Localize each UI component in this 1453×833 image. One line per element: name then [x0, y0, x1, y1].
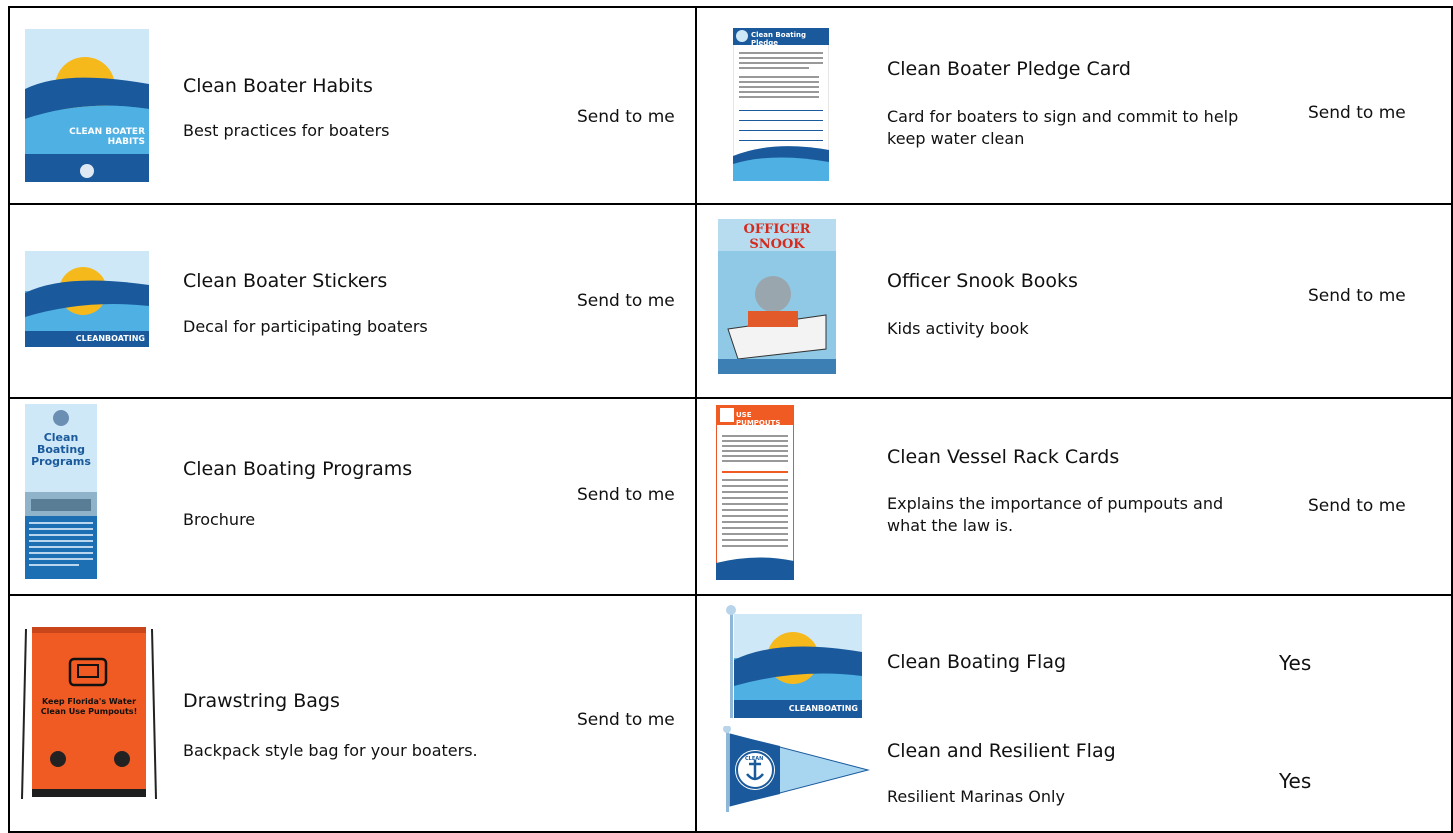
- officer-snook-book-thumbnail: OFFICER SNOOK: [718, 219, 836, 374]
- thumb-label: Clean Boating Pledge: [751, 31, 807, 47]
- item-title: Clean Boater Pledge Card: [887, 58, 1131, 80]
- item-title: Clean Vessel Rack Cards: [887, 446, 1120, 468]
- item-title: Drawstring Bags: [183, 690, 340, 712]
- item-description: Kids activity book: [887, 319, 1029, 338]
- clean-boating-flag-thumbnail: CLEANBOATING: [718, 604, 864, 718]
- item-description: Resilient Marinas Only: [887, 787, 1065, 806]
- column-divider: [695, 6, 697, 833]
- thumb-label: CLEAN BOATER HABITS: [69, 127, 145, 147]
- row-divider-3: [8, 594, 1453, 596]
- border-top: [8, 6, 1453, 8]
- border-left: [8, 6, 10, 833]
- clean-and-resilient-flag-thumbnail: CLEAN: [720, 726, 870, 812]
- send-to-me-link[interactable]: Send to me: [1308, 496, 1406, 516]
- clean-boater-habits-thumbnail: CLEAN BOATER HABITS: [25, 29, 149, 182]
- thumb-label: Clean Boating Programs: [31, 431, 91, 468]
- item-description: Best practices for boaters: [183, 121, 390, 140]
- item-description: Brochure: [183, 510, 256, 529]
- thumb-label: OFFICER SNOOK: [743, 222, 811, 252]
- thumb-label: CLEAN: [745, 756, 764, 762]
- send-to-me-link[interactable]: Send to me: [1308, 103, 1406, 123]
- send-to-me-link[interactable]: Send to me: [577, 710, 675, 730]
- item-title: Officer Snook Books: [887, 270, 1078, 292]
- row-divider-1: [8, 203, 1453, 205]
- thumb-label: CLEANBOATING: [788, 704, 858, 713]
- item-description: Card for boaters to sign and commit to h…: [887, 107, 1239, 148]
- item-title: Clean Boater Habits: [183, 75, 373, 97]
- row-divider-2: [8, 397, 1453, 399]
- item-title: Clean Boating Programs: [183, 458, 413, 480]
- send-to-me-link[interactable]: Send to me: [577, 291, 675, 311]
- send-to-me-link[interactable]: Send to me: [577, 107, 675, 127]
- clean-boating-programs-thumbnail: Clean Boating Programs: [25, 404, 97, 579]
- send-to-me-link[interactable]: Send to me: [1308, 286, 1406, 306]
- send-to-me-link[interactable]: Send to me: [577, 485, 675, 505]
- thumb-label: Keep Florida's Water Clean Use Pumpouts!: [40, 697, 138, 716]
- clean-boater-stickers-thumbnail: CLEANBOATING: [25, 251, 149, 347]
- item-title: Clean Boating Flag: [887, 651, 1067, 673]
- drawstring-bag-thumbnail: Keep Florida's Water Clean Use Pumpouts!: [18, 619, 160, 805]
- item-description: Backpack style bag for your boaters.: [183, 741, 478, 760]
- item-description: Decal for participating boaters: [183, 317, 428, 336]
- availability-yes[interactable]: Yes: [1279, 769, 1311, 793]
- rack-card-thumbnail: USE PUMPOUTS: [716, 405, 794, 580]
- thumb-label: CLEANBOATING: [75, 334, 145, 343]
- availability-yes[interactable]: Yes: [1279, 651, 1311, 675]
- item-title: Clean and Resilient Flag: [887, 740, 1116, 762]
- thumb-label: USE PUMPOUTS: [736, 411, 781, 427]
- pledge-card-thumbnail: Clean Boating Pledge: [733, 28, 829, 181]
- item-title: Clean Boater Stickers: [183, 270, 388, 292]
- item-description: Explains the importance of pumpouts and …: [887, 494, 1224, 535]
